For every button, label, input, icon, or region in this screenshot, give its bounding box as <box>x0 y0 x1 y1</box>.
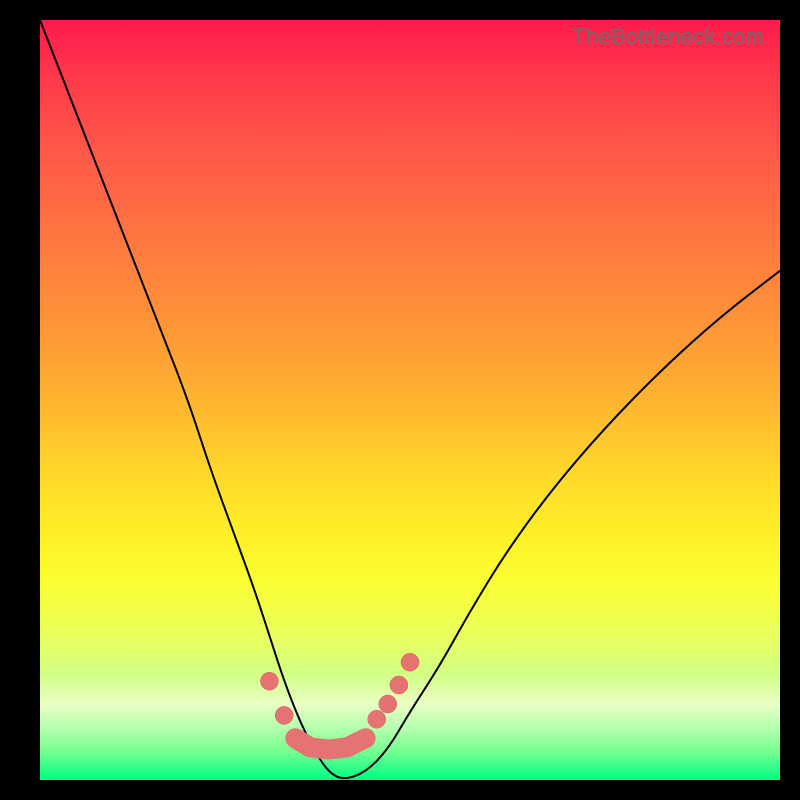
data-marker <box>368 710 386 728</box>
data-marker <box>401 653 419 671</box>
data-marker <box>260 672 278 690</box>
data-markers <box>260 653 419 728</box>
data-marker <box>379 695 397 713</box>
data-marker <box>390 676 408 694</box>
plot-area: TheBottleneck.com <box>40 20 780 780</box>
trough-highlight <box>295 738 365 749</box>
chart-frame: TheBottleneck.com <box>0 0 800 800</box>
chart-svg <box>40 20 780 780</box>
data-marker <box>275 706 293 724</box>
